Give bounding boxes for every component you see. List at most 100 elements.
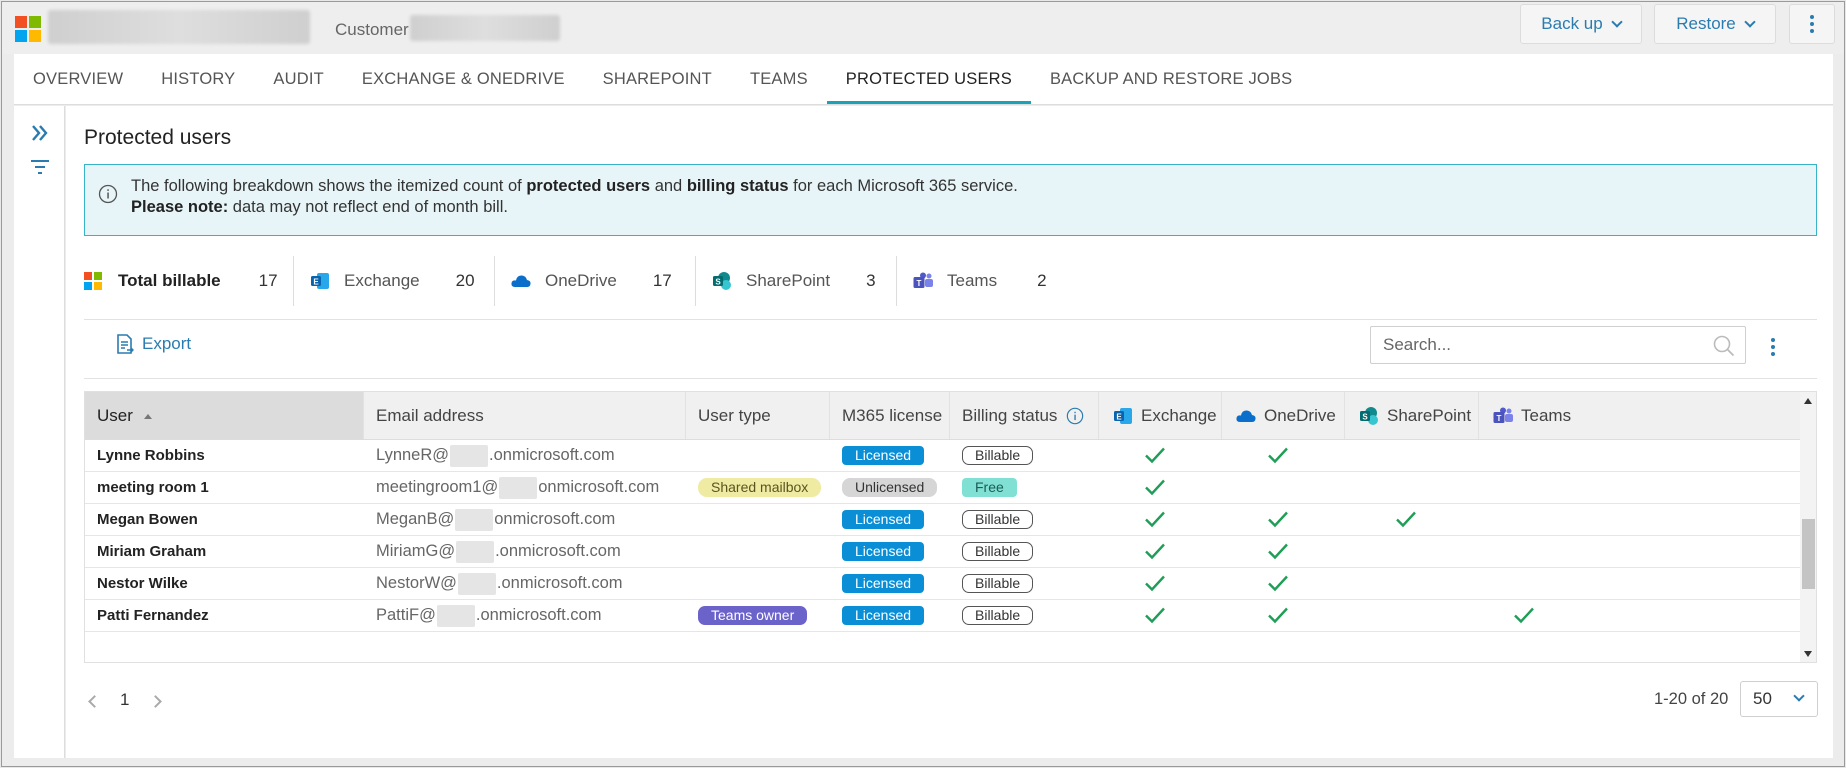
stat-label: Total billable	[118, 271, 221, 290]
scroll-up-icon[interactable]	[1804, 398, 1812, 404]
tab-history[interactable]: HISTORY	[142, 54, 254, 104]
tab-protected-users[interactable]: PROTECTED USERS	[826, 54, 1031, 104]
tab-audit[interactable]: AUDIT	[254, 54, 343, 104]
backup-button[interactable]: Back up	[1520, 4, 1642, 44]
email-domain-suffix: onmicrosoft.com	[494, 510, 616, 528]
onedrive-cloud-icon	[1236, 409, 1256, 422]
billing-cell: Billable	[950, 568, 1099, 599]
svg-text:S: S	[1362, 412, 1368, 421]
billing-status-badge: Billable	[962, 606, 1034, 625]
email-domain-suffix: onmicrosoft.com	[538, 478, 660, 496]
page-size-select[interactable]: 50	[1740, 681, 1818, 717]
info-text: for each Microsoft 365 service.	[788, 177, 1018, 195]
main-tabs: OVERVIEW HISTORY AUDIT EXCHANGE & ONEDRI…	[14, 54, 1833, 105]
export-document-icon	[117, 334, 134, 354]
column-header-user[interactable]: User	[85, 392, 364, 439]
email-local-part: NestorW@	[376, 574, 457, 592]
email-domain-suffix: .onmicrosoft.com	[475, 606, 602, 624]
column-header-onedrive[interactable]: OneDrive	[1222, 392, 1345, 439]
page-size-value: 50	[1753, 689, 1772, 708]
table-options-icon[interactable]	[1771, 338, 1775, 356]
export-button[interactable]: Export	[116, 334, 191, 354]
column-header-license[interactable]: M365 license	[830, 392, 950, 439]
page-title: Protected users	[84, 126, 232, 149]
teams-icon: T	[1493, 407, 1513, 423]
billing-cell: Billable	[950, 600, 1099, 631]
table-row[interactable]: Nestor Wilke NestorW@ .onmicrosoft.com Lice…	[85, 568, 1800, 600]
billing-status-badge: Billable	[962, 510, 1034, 529]
previous-page-icon[interactable]	[88, 695, 101, 708]
onedrive-cloud-icon	[511, 275, 531, 287]
divider	[84, 319, 1817, 320]
tab-backup-restore-jobs[interactable]: BACKUP AND RESTORE JOBS	[1031, 54, 1311, 104]
sharepoint-protected-check-icon	[1395, 510, 1417, 528]
exchange-protected-check-icon	[1144, 446, 1166, 464]
onedrive-protected-check-icon	[1267, 446, 1289, 464]
license-cell: Licensed	[830, 440, 950, 471]
table-row[interactable]: Patti Fernandez PattiF@ .onmicrosoft.com Te…	[85, 600, 1800, 632]
svg-text:T: T	[917, 279, 922, 288]
tab-exchange-onedrive[interactable]: EXCHANGE & ONEDRIVE	[343, 54, 584, 104]
stat-value: 20	[455, 271, 475, 290]
email-address: meetingroom1@ onmicrosoft.com	[364, 472, 686, 503]
search-input[interactable]	[1370, 326, 1746, 364]
user-name: Miriam Graham	[97, 543, 207, 560]
email-domain-suffix: .onmicrosoft.com	[489, 446, 615, 464]
onedrive-protected-check-icon	[1267, 574, 1289, 592]
column-header-billing[interactable]: Billing status	[950, 392, 1099, 439]
column-header-teams[interactable]: T Teams	[1479, 392, 1600, 439]
exchange-protected-check-icon	[1144, 510, 1166, 528]
exchange-protected-check-icon	[1144, 478, 1166, 496]
info-text: and	[650, 177, 687, 195]
user-type-cell: Shared mailbox	[686, 472, 830, 503]
exchange-icon: E	[1114, 407, 1132, 424]
email-domain-suffix: .onmicrosoft.com	[496, 574, 623, 592]
tab-teams[interactable]: TEAMS	[731, 54, 827, 104]
user-name: Megan Bowen	[97, 511, 198, 528]
stat-label: OneDrive	[545, 271, 617, 290]
license-cell: Unlicensed	[830, 472, 950, 503]
column-header-sharepoint[interactable]: S SharePoint	[1345, 392, 1479, 439]
more-vertical-icon	[1810, 15, 1814, 33]
filter-icon[interactable]	[29, 157, 51, 179]
tab-sharepoint[interactable]: SHAREPOINT	[584, 54, 731, 104]
restore-button[interactable]: Restore	[1654, 4, 1776, 44]
search-icon[interactable]	[1713, 335, 1735, 357]
scroll-down-icon[interactable]	[1804, 651, 1812, 657]
column-label: SharePoint	[1387, 405, 1472, 425]
email-address: PattiF@ .onmicrosoft.com	[364, 600, 686, 631]
expand-double-chevron-icon[interactable]	[29, 122, 51, 144]
microsoft-logo-icon	[84, 272, 102, 290]
column-header-user-type[interactable]: User type	[686, 392, 830, 439]
info-icon[interactable]	[1066, 407, 1084, 425]
billing-cell: Billable	[950, 440, 1099, 471]
column-label: Email address	[376, 405, 484, 425]
table-row[interactable]: Megan Bowen MeganB@ onmicrosoft.com License…	[85, 504, 1800, 536]
email-address: NestorW@ .onmicrosoft.com	[364, 568, 686, 599]
more-options-button[interactable]	[1789, 4, 1835, 44]
table-row[interactable]: meeting room 1 meetingroom1@ onmicrosoft.c…	[85, 472, 1800, 504]
user-name: Patti Fernandez	[97, 607, 209, 624]
scrollbar-thumb[interactable]	[1802, 519, 1815, 589]
license-badge: Licensed	[842, 542, 925, 561]
table-row[interactable]: Lynne Robbins LynneR@ .onmicrosoft.com Lice…	[85, 440, 1800, 472]
stat-label: Exchange	[344, 271, 420, 290]
column-label: Billing status	[962, 405, 1058, 425]
column-header-email[interactable]: Email address	[364, 392, 686, 439]
license-cell: Licensed	[830, 504, 950, 535]
license-cell: Licensed	[830, 536, 950, 567]
customer-name-redacted	[410, 15, 560, 41]
next-page-icon[interactable]	[149, 695, 162, 708]
page-number[interactable]: 1	[120, 690, 129, 710]
email-local-part: MiriamG@	[376, 542, 456, 560]
divider	[84, 378, 1817, 379]
microsoft-logo-icon	[15, 16, 41, 42]
table-scrollbar[interactable]	[1800, 392, 1816, 662]
chevron-down-icon	[1744, 16, 1756, 28]
license-cell: Licensed	[830, 568, 950, 599]
table-row[interactable]: Miriam Graham MiriamG@ .onmicrosoft.com Lic…	[85, 536, 1800, 568]
column-header-exchange[interactable]: E Exchange	[1099, 392, 1222, 439]
onedrive-protected-check-icon	[1267, 510, 1289, 528]
tab-overview[interactable]: OVERVIEW	[14, 54, 142, 104]
email-domain-redacted	[450, 444, 489, 467]
